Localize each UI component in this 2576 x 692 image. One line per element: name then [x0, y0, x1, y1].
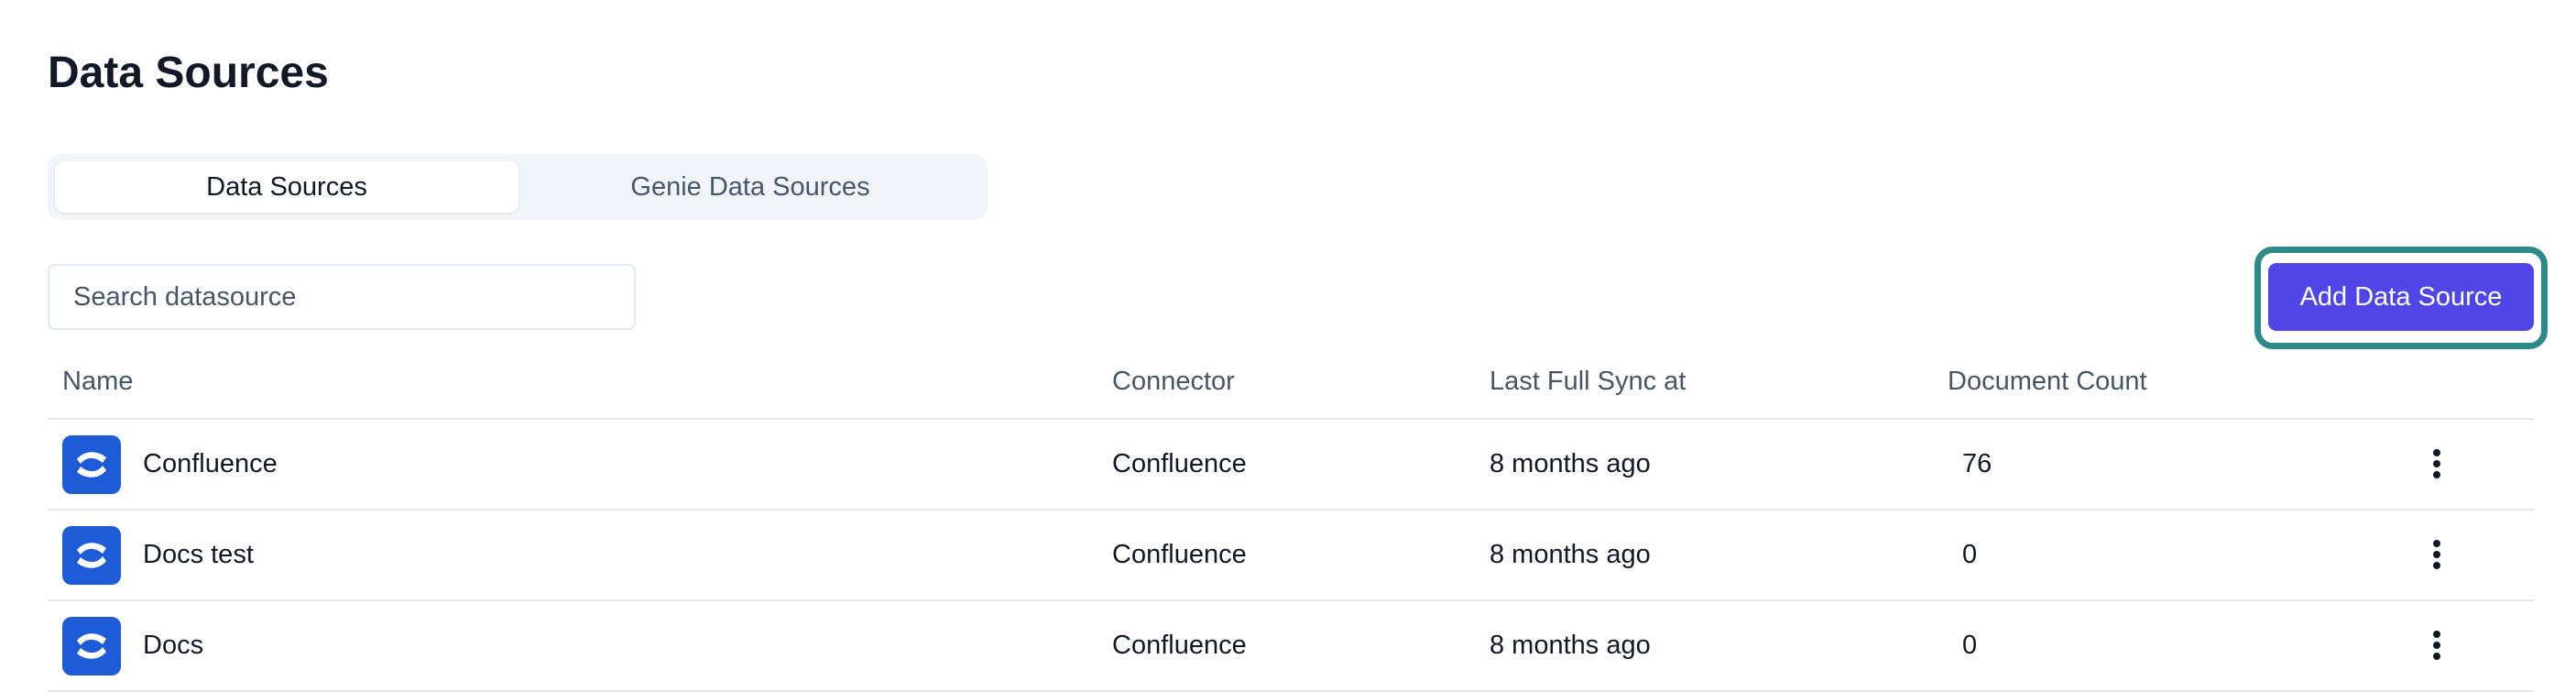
tab-bar: Data Sources Genie Data Sources	[48, 154, 988, 220]
table-row[interactable]: Docs Confluence 8 months ago 0	[48, 601, 2534, 692]
row-document-count-cell: 0	[1962, 631, 1978, 660]
row-last-sync-cell: 8 months ago	[1490, 540, 1651, 569]
column-header-last-sync[interactable]: Last Full Sync at	[1490, 357, 1686, 418]
tab-data-sources[interactable]: Data Sources	[55, 161, 518, 213]
row-more-menu-button[interactable]	[2418, 623, 2455, 667]
tab-genie-data-sources[interactable]: Genie Data Sources	[518, 161, 982, 213]
row-document-count-cell: 0	[1962, 540, 1978, 569]
row-connector-cell: Confluence	[1112, 540, 1247, 569]
row-more-menu-button[interactable]	[2418, 442, 2455, 486]
row-name-cell[interactable]: Docs test	[62, 511, 254, 599]
row-connector-cell: Confluence	[1112, 631, 1247, 660]
row-more-menu-button[interactable]	[2418, 533, 2455, 577]
page-title: Data Sources	[48, 49, 329, 97]
more-vertical-icon	[2433, 449, 2440, 478]
column-header-name[interactable]: Name	[62, 357, 133, 418]
search-input[interactable]	[48, 264, 636, 330]
row-name-cell[interactable]: Docs	[62, 601, 203, 690]
table-header: Name Connector Last Full Sync at Documen…	[48, 357, 2534, 420]
confluence-icon	[62, 616, 121, 676]
more-vertical-icon	[2433, 540, 2440, 569]
more-vertical-icon	[2433, 631, 2440, 660]
column-header-document-count[interactable]: Document Count	[1948, 357, 2147, 418]
row-last-sync-cell: 8 months ago	[1490, 449, 1651, 478]
row-connector-cell: Confluence	[1112, 449, 1247, 478]
row-document-count-cell: 76	[1962, 449, 1992, 478]
row-name-label: Docs test	[143, 540, 254, 569]
add-data-source-button[interactable]: Add Data Source	[2268, 263, 2534, 331]
confluence-icon	[62, 434, 121, 494]
row-name-label: Docs	[143, 631, 204, 660]
row-name-label: Confluence	[143, 449, 278, 478]
table-row[interactable]: Confluence Confluence 8 months ago 76	[48, 420, 2534, 511]
confluence-icon	[62, 525, 121, 585]
column-header-connector[interactable]: Connector	[1112, 357, 1235, 418]
data-sources-table: Name Connector Last Full Sync at Documen…	[48, 357, 2534, 692]
row-name-cell[interactable]: Confluence	[62, 420, 278, 509]
row-last-sync-cell: 8 months ago	[1490, 631, 1651, 660]
table-row[interactable]: Docs test Confluence 8 months ago 0	[48, 511, 2534, 601]
